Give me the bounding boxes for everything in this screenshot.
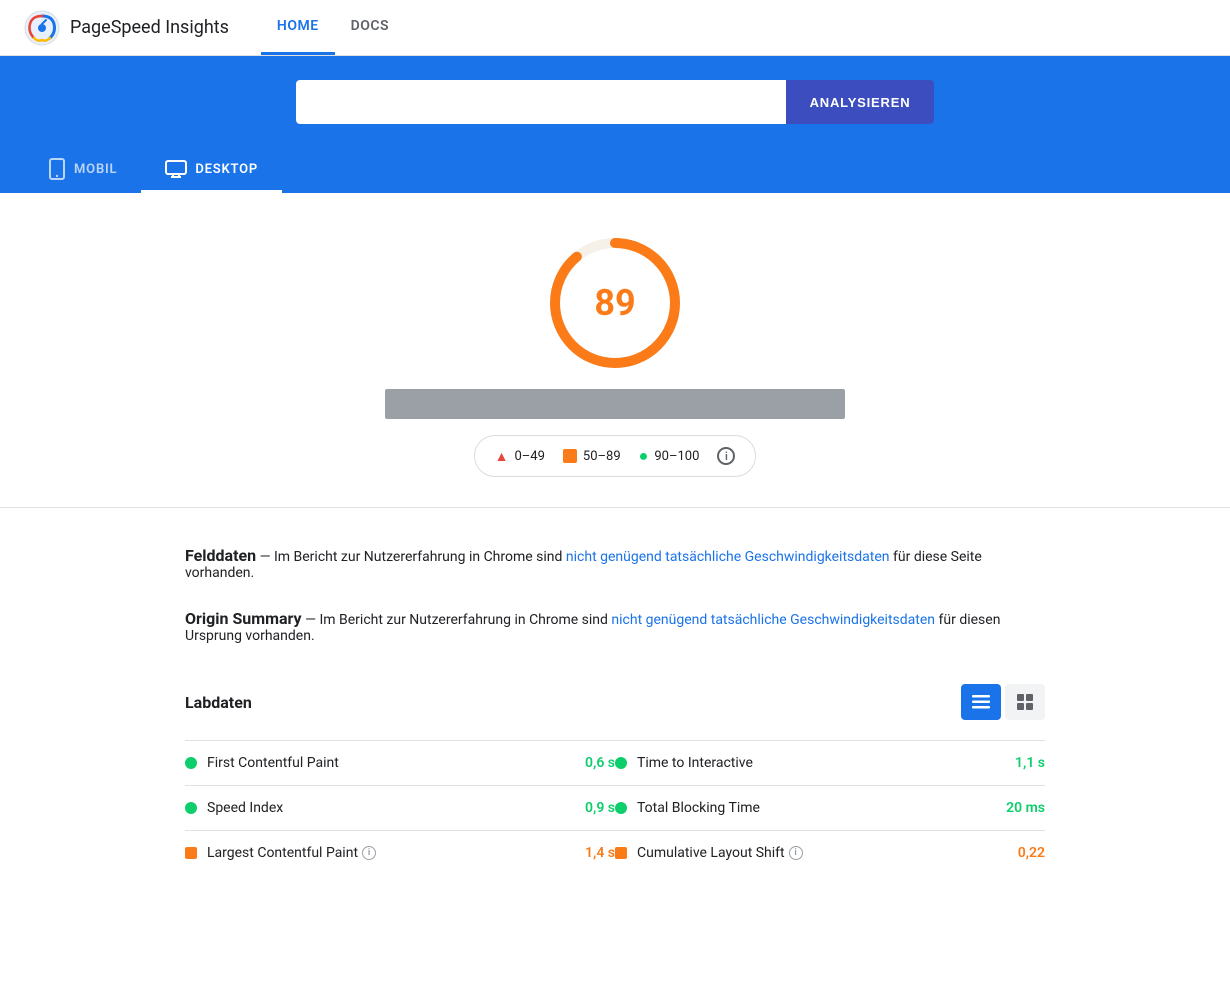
legend-red-range: 0–49 xyxy=(514,449,544,464)
view-toggle-buttons xyxy=(961,684,1045,720)
score-legend: ▲ 0–49 50–89 ● 90–100 i xyxy=(474,435,757,477)
metric-name-fcp: First Contentful Paint xyxy=(207,755,575,771)
metric-speed-index: Speed Index 0,9 s xyxy=(185,785,615,830)
metric-first-contentful-paint: First Contentful Paint 0,6 s xyxy=(185,740,615,785)
main-content: 89 ▲ 0–49 50–89 ● 90–100 i Felddaten xyxy=(0,193,1230,927)
section-divider xyxy=(0,507,1230,508)
tab-mobil[interactable]: MOBIL xyxy=(24,148,141,193)
metric-value-tbt: 20 ms xyxy=(1006,800,1045,816)
search-banner: ANALYSIEREN MOBIL DESKTOP xyxy=(0,56,1230,193)
score-value-container: 89 xyxy=(594,285,635,321)
logo-container: PageSpeed Insights xyxy=(24,10,229,46)
tab-desktop-label: DESKTOP xyxy=(195,162,258,177)
metric-dot-si xyxy=(185,802,197,814)
grid-view-button[interactable] xyxy=(1005,684,1045,720)
metric-value-tti: 1,1 s xyxy=(1015,755,1045,771)
device-tab-bar: MOBIL DESKTOP xyxy=(0,148,1230,193)
app-title: PageSpeed Insights xyxy=(70,17,229,38)
lab-title: Labdaten xyxy=(185,693,252,712)
origin-text-before: — Im Bericht zur Nutzererfahrung in Chro… xyxy=(305,612,611,628)
metric-dot-tbt xyxy=(615,802,627,814)
felddaten-paragraph: Felddaten — Im Bericht zur Nutzererfahru… xyxy=(185,546,1045,581)
metric-largest-contentful-paint: Largest Contentful Paint i 1,4 s xyxy=(185,830,615,875)
metric-name-lcp: Largest Contentful Paint i xyxy=(207,845,575,861)
metric-time-to-interactive: Time to Interactive 1,1 s xyxy=(615,740,1045,785)
legend-orange: 50–89 xyxy=(563,449,621,464)
score-number: 89 xyxy=(594,282,635,324)
score-circle: 89 xyxy=(545,233,685,373)
metric-name-si: Speed Index xyxy=(207,800,575,816)
list-icon xyxy=(972,695,990,709)
metric-name-cls: Cumulative Layout Shift i xyxy=(637,845,1008,861)
url-search-input[interactable] xyxy=(296,80,786,124)
origin-summary-section: Origin Summary — Im Bericht zur Nutzerer… xyxy=(185,593,1045,656)
felddaten-link[interactable]: nicht genügend tatsächliche Geschwindigk… xyxy=(566,549,890,565)
app-header: PageSpeed Insights HOME DOCS xyxy=(0,0,1230,56)
metric-name-tbt: Total Blocking Time xyxy=(637,800,996,816)
legend-red: ▲ 0–49 xyxy=(495,448,545,465)
info-icon-cls[interactable]: i xyxy=(789,846,803,860)
metric-dot-cls xyxy=(615,847,627,859)
legend-orange-icon xyxy=(563,449,577,463)
metric-dot-tti xyxy=(615,757,627,769)
origin-title: Origin Summary xyxy=(185,609,302,628)
metric-cumulative-layout-shift: Cumulative Layout Shift i 0,22 xyxy=(615,830,1045,875)
analyse-button[interactable]: ANALYSIEREN xyxy=(786,80,935,124)
tab-mobil-label: MOBIL xyxy=(74,162,117,177)
legend-green-icon: ● xyxy=(639,446,649,466)
tab-desktop[interactable]: DESKTOP xyxy=(141,148,282,193)
metric-name-tti: Time to Interactive xyxy=(637,755,1005,771)
felddaten-text-before: — Im Bericht zur Nutzererfahrung in Chro… xyxy=(260,549,566,565)
metric-value-lcp: 1,4 s xyxy=(585,845,615,861)
felddaten-section: Felddaten — Im Bericht zur Nutzererfahru… xyxy=(185,518,1045,593)
legend-orange-range: 50–89 xyxy=(583,449,621,464)
lab-header: Labdaten xyxy=(185,684,1045,720)
legend-green-range: 90–100 xyxy=(654,449,699,464)
list-view-button[interactable] xyxy=(961,684,1001,720)
legend-red-icon: ▲ xyxy=(495,448,509,465)
nav-docs[interactable]: DOCS xyxy=(335,0,405,55)
info-icon-lcp[interactable]: i xyxy=(362,846,376,860)
origin-link[interactable]: nicht genügend tatsächliche Geschwindigk… xyxy=(611,612,935,628)
legend-green: ● 90–100 xyxy=(639,446,700,466)
grid-icon xyxy=(1017,694,1033,710)
metric-dot-fcp xyxy=(185,757,197,769)
labdaten-section: Labdaten xyxy=(185,656,1045,887)
metric-dot-lcp xyxy=(185,847,197,859)
metrics-grid: First Contentful Paint 0,6 s Time to Int… xyxy=(185,740,1045,875)
info-icon[interactable]: i xyxy=(717,447,735,465)
metric-value-fcp: 0,6 s xyxy=(585,755,615,771)
metric-value-si: 0,9 s xyxy=(585,800,615,816)
mobile-icon xyxy=(48,158,66,180)
score-section: 89 ▲ 0–49 50–89 ● 90–100 i xyxy=(0,193,1230,497)
felddaten-title: Felddaten xyxy=(185,546,256,565)
content-wrap: Felddaten — Im Bericht zur Nutzererfahru… xyxy=(165,518,1065,887)
origin-paragraph: Origin Summary — Im Bericht zur Nutzerer… xyxy=(185,609,1045,644)
desktop-icon xyxy=(165,160,187,178)
main-nav: HOME DOCS xyxy=(261,0,405,55)
search-row: ANALYSIEREN xyxy=(0,80,1230,148)
metric-value-cls: 0,22 xyxy=(1018,845,1045,861)
metric-total-blocking-time: Total Blocking Time 20 ms xyxy=(615,785,1045,830)
score-bar xyxy=(385,389,845,419)
nav-home[interactable]: HOME xyxy=(261,0,335,55)
pagespeed-logo-icon xyxy=(24,10,60,46)
